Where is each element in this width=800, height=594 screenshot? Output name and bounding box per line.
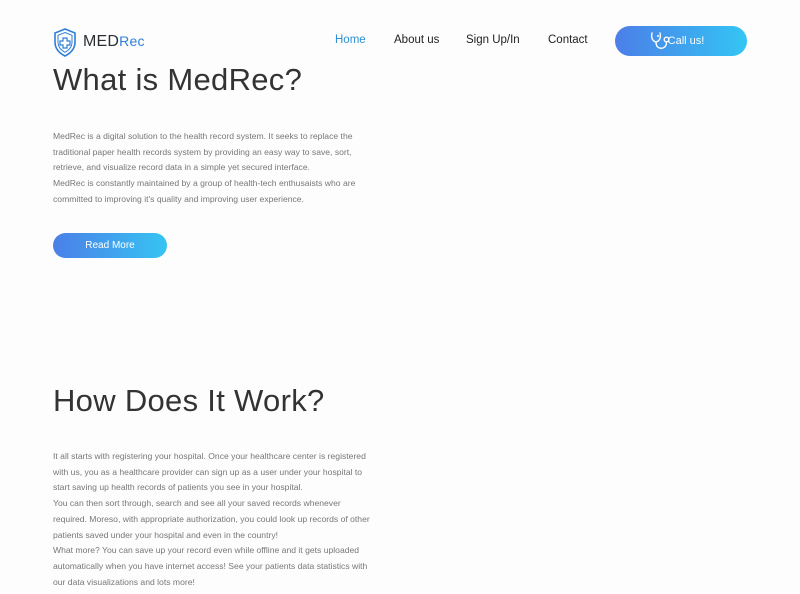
about-line: traditional paper health records system … bbox=[53, 146, 352, 157]
how-title: How Does It Work? bbox=[53, 383, 325, 418]
how-line: patients saved under your hospital and e… bbox=[53, 529, 279, 540]
nav-contact[interactable]: Contact bbox=[548, 34, 588, 46]
nav-about-us[interactable]: About us bbox=[394, 34, 439, 46]
how-line: required. Moreso, with appropriate autho… bbox=[53, 513, 370, 524]
brand-name: MEDRec bbox=[83, 33, 145, 51]
about-line: MedRec is a digital solution to the heal… bbox=[53, 131, 353, 141]
brand-med: MED bbox=[83, 33, 120, 50]
brand-logo[interactable]: MEDRec bbox=[53, 27, 145, 57]
about-line: committed to improving it's quality and … bbox=[53, 193, 304, 204]
about-title: What is MedRec? bbox=[53, 62, 303, 97]
about-line: MedRec is constantly maintained by a gro… bbox=[53, 178, 356, 189]
read-more-button[interactable]: Read More bbox=[53, 233, 167, 258]
call-us-label: Call us! bbox=[667, 35, 705, 47]
how-line: You can then sort through, search and se… bbox=[53, 498, 341, 509]
shield-cross-icon bbox=[54, 27, 76, 57]
nav-sign-up-in[interactable]: Sign Up/In bbox=[466, 34, 520, 46]
how-line: with us, you as a healthcare provider ca… bbox=[53, 466, 363, 477]
stethoscope-icon bbox=[650, 32, 670, 49]
how-line: our data visualizations and lots more! bbox=[53, 576, 195, 587]
nav-home[interactable]: Home bbox=[335, 34, 366, 46]
how-paragraph: It all starts with registering your hosp… bbox=[53, 449, 453, 590]
brand-rec: Rec bbox=[119, 33, 145, 49]
about-paragraph: MedRec is a digital solution to the heal… bbox=[53, 129, 433, 208]
how-line: automatically when you have internet acc… bbox=[53, 560, 368, 571]
how-line: It all starts with registering your hosp… bbox=[53, 451, 366, 461]
how-line: What more? You can save up your record e… bbox=[53, 545, 360, 556]
about-line: retrieve, and visualize record data in a… bbox=[53, 162, 310, 173]
how-line: start saving up health records of patien… bbox=[53, 482, 303, 493]
call-us-button[interactable]: Call us! bbox=[615, 26, 747, 56]
